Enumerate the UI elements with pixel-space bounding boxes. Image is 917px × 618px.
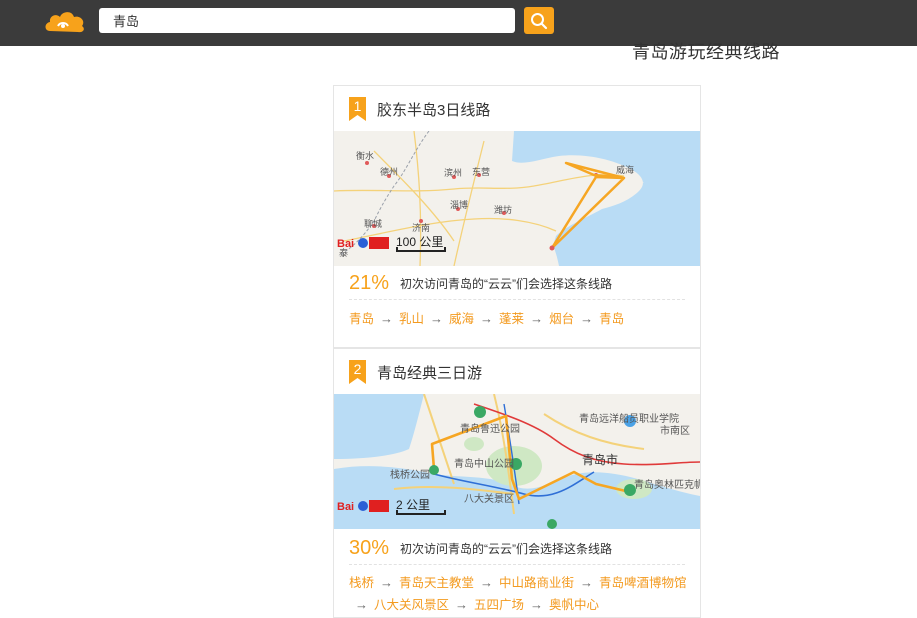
arrow-right-icon: →: [530, 311, 544, 326]
map-label: 滨州: [444, 167, 462, 178]
choice-percent: 21%: [349, 272, 390, 294]
map-label: 青岛市: [582, 452, 618, 467]
map-scale-bar: [396, 510, 446, 515]
map-label: 东营: [472, 166, 490, 177]
route-stop[interactable]: 八大关风景区: [374, 598, 449, 612]
arrow-right-icon: →: [480, 575, 494, 590]
map-label: 市南区: [660, 424, 690, 437]
map-label: 八大关景区: [464, 492, 514, 505]
route-title[interactable]: 胶东半岛3日线路: [377, 99, 490, 120]
route-stop[interactable]: 栈桥: [349, 576, 374, 590]
search-icon: [531, 12, 548, 29]
route-stops: 青岛 → 乳山 → 威海 → 蓬莱 → 烟台 → 青岛: [349, 308, 694, 330]
map-label: 济南: [412, 222, 430, 233]
route-stop[interactable]: 奥帆中心: [549, 598, 599, 612]
card-header: 1 胶东半岛3日线路: [334, 86, 700, 130]
map-label: 潍坊: [494, 204, 512, 215]
map-label: 淄博: [450, 199, 468, 210]
arrow-right-icon: →: [530, 597, 544, 612]
map-label: 青岛远洋船员职业学院: [579, 412, 679, 425]
baidu-map-logo: Bai: [337, 236, 389, 250]
baidu-map-logo: Bai: [337, 499, 389, 513]
route-stop[interactable]: 乳山: [399, 312, 424, 326]
card-header: 2 青岛经典三日游: [334, 349, 700, 393]
cloud-logo-icon[interactable]: [44, 9, 86, 35]
route-stop[interactable]: 烟台: [549, 312, 574, 326]
arrow-right-icon: →: [480, 311, 494, 326]
route-card[interactable]: 2 青岛经典三日游 青岛远洋船员职业学院 市南区 青岛市 青岛中山公园 青岛鲁迅…: [333, 348, 701, 618]
arrow-right-icon: →: [455, 597, 469, 612]
map-label: 衡水: [356, 150, 374, 161]
map-label: 威海: [616, 164, 634, 175]
arrow-right-icon: →: [580, 311, 594, 326]
arrow-right-icon: →: [580, 575, 594, 590]
map-label: 德州: [380, 166, 398, 177]
route-stop[interactable]: 蓬莱: [499, 312, 524, 326]
map-label: 聊城: [364, 218, 382, 229]
map-label: 青岛鲁迅公园: [460, 422, 520, 435]
svg-text:Bai: Bai: [337, 501, 354, 513]
route-map[interactable]: 衡水 德州 滨州 东营 济南 淄博 潍坊 威海 聊城 泰 Bai 100 公里: [334, 131, 700, 266]
route-map[interactable]: 青岛远洋船员职业学院 市南区 青岛市 青岛中山公园 青岛鲁迅公园 栈桥公园 八大…: [334, 394, 700, 529]
map-label: 青岛奥林匹克帆船中心: [634, 478, 700, 491]
route-stops: 栈桥 → 青岛天主教堂 → 中山路商业街 → 青岛啤酒博物馆 → 八大关风景区 → 五四广场 → 奥帆中…: [349, 572, 694, 616]
rank-number: 1: [353, 98, 362, 114]
search-button[interactable]: [524, 7, 554, 34]
arrow-right-icon: →: [380, 311, 394, 326]
route-stop[interactable]: 五四广场: [474, 598, 524, 612]
rank-badge: 1: [349, 97, 366, 121]
route-stop[interactable]: 青岛: [599, 312, 624, 326]
choice-description: 初次访问青岛的“云云”们会选择这条线路: [400, 277, 612, 291]
route-stop[interactable]: 青岛天主教堂: [399, 576, 474, 590]
route-stop[interactable]: 青岛啤酒博物馆: [599, 576, 687, 590]
stat-row: 21% 初次访问青岛的“云云”们会选择这条线路: [349, 267, 685, 300]
search-input[interactable]: [99, 8, 515, 33]
route-stop[interactable]: 中山路商业街: [499, 576, 574, 590]
rank-number: 2: [353, 361, 362, 377]
page-heading: 青岛游玩经典线路: [632, 42, 780, 62]
arrow-right-icon: →: [380, 575, 394, 590]
choice-description: 初次访问青岛的“云云”们会选择这条线路: [400, 542, 612, 556]
map-label: 栈桥公园: [390, 468, 430, 481]
map-scale-bar: [396, 247, 446, 252]
route-title[interactable]: 青岛经典三日游: [377, 362, 482, 383]
choice-percent: 30%: [349, 537, 390, 559]
arrow-right-icon: →: [355, 597, 368, 612]
arrow-right-icon: →: [430, 311, 444, 326]
route-card[interactable]: 1 胶东半岛3日线路 衡水 德州 滨州 东营 济南 淄博 潍坊 威海 聊城 泰 …: [333, 85, 701, 348]
rank-badge: 2: [349, 360, 366, 384]
route-stop[interactable]: 青岛: [349, 312, 374, 326]
map-label: 青岛中山公园: [454, 457, 514, 470]
route-stop[interactable]: 威海: [449, 312, 474, 326]
svg-text:Bai: Bai: [337, 238, 354, 250]
stat-row: 30% 初次访问青岛的“云云”们会选择这条线路: [349, 532, 685, 565]
